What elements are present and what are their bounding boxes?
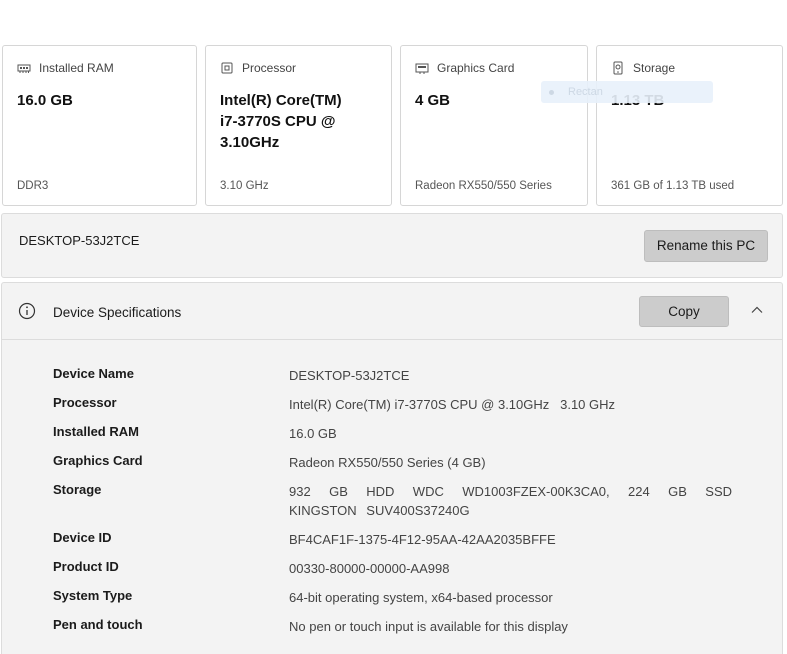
spec-value: Radeon RX550/550 Series (4 GB) — [289, 455, 486, 470]
device-specifications-title: Device Specifications — [53, 305, 182, 320]
spec-key: Storage — [53, 482, 102, 497]
device-specifications-panel: Device Specifications Copy Device Name D… — [1, 282, 783, 654]
spec-key: Graphics Card — [53, 453, 143, 468]
spec-value: 932 GB HDD WDC WD1003FZEX-00K3CA0, 224 G… — [289, 484, 732, 518]
spec-key: Installed RAM — [53, 424, 139, 439]
graphics-card-label: Graphics Card — [437, 61, 515, 75]
info-icon — [18, 302, 36, 320]
storage-card: Storage 1.13 TB 361 GB of 1.13 TB used — [596, 45, 783, 206]
graphics-card-header: Graphics Card — [415, 61, 514, 75]
ram-card: Installed RAM 16.0 GB DDR3 — [2, 45, 197, 206]
spec-key: Processor — [53, 395, 117, 410]
spec-key: Product ID — [53, 559, 119, 574]
ram-card-value: 16.0 GB — [17, 92, 73, 109]
copy-button[interactable]: Copy — [639, 296, 729, 327]
graphics-card-card: Graphics Card 4 GB Radeon RX550/550 Seri… — [400, 45, 588, 206]
spec-key: Pen and touch — [53, 617, 143, 632]
rectangle-overlay-label: Rectan — [568, 86, 603, 98]
rectangle-selection-overlay: Rectan — [541, 81, 713, 103]
summary-cards: Installed RAM 16.0 GB DDR3 Processor Int… — [2, 45, 783, 206]
spec-value: 16.0 GB — [289, 426, 337, 441]
storage-card-sub: 361 GB of 1.13 TB used — [611, 180, 735, 192]
processor-icon — [221, 62, 233, 74]
spec-value: No pen or touch input is available for t… — [289, 619, 568, 634]
device-specifications-header[interactable]: Device Specifications Copy — [2, 283, 782, 340]
record-dot-icon — [549, 89, 554, 95]
spec-value: Intel(R) Core(TM) i7-3770S CPU @ 3.10GHz… — [289, 397, 616, 412]
rename-pc-button[interactable]: Rename this PC — [644, 230, 768, 262]
processor-card-value: Intel(R) Core(TM) i7-3770S CPU @ 3.10GHz — [220, 92, 342, 151]
graphics-card-sub: Radeon RX550/550 Series — [415, 180, 552, 192]
spec-key: Device ID — [53, 530, 112, 545]
processor-card-label: Processor — [242, 61, 297, 75]
processor-card-header: Processor — [220, 61, 296, 75]
chevron-up-icon[interactable] — [750, 303, 764, 317]
spec-value: DESKTOP-53J2TCE — [289, 368, 410, 383]
processor-card: Processor Intel(R) Core(TM) i7-3770S CPU… — [205, 45, 392, 206]
spec-value: BF4CAF1F-1375-4F12-95AA-42AA2035BFFE — [289, 532, 556, 547]
ram-card-sub: DDR3 — [17, 180, 49, 192]
rename-pc-bar: DESKTOP-53J2TCE Rename this PC — [1, 213, 783, 278]
graphics-card-value: 4 GB — [415, 92, 451, 109]
storage-icon — [613, 61, 623, 75]
ram-card-label: Installed RAM — [39, 61, 114, 75]
storage-card-label: Storage — [633, 61, 676, 75]
spec-value: 64-bit operating system, x64-based proce… — [289, 590, 553, 605]
processor-card-sub: 3.10 GHz — [220, 180, 269, 192]
storage-card-header: Storage — [611, 61, 675, 75]
spec-key: Device Name — [53, 366, 134, 381]
pc-name: DESKTOP-53J2TCE — [19, 233, 140, 248]
ram-icon — [17, 64, 31, 73]
spec-value: 00330-80000-00000-AA998 — [289, 561, 450, 576]
spec-key: System Type — [53, 588, 133, 603]
graphics-card-icon — [415, 63, 429, 74]
ram-card-header: Installed RAM — [17, 61, 114, 75]
